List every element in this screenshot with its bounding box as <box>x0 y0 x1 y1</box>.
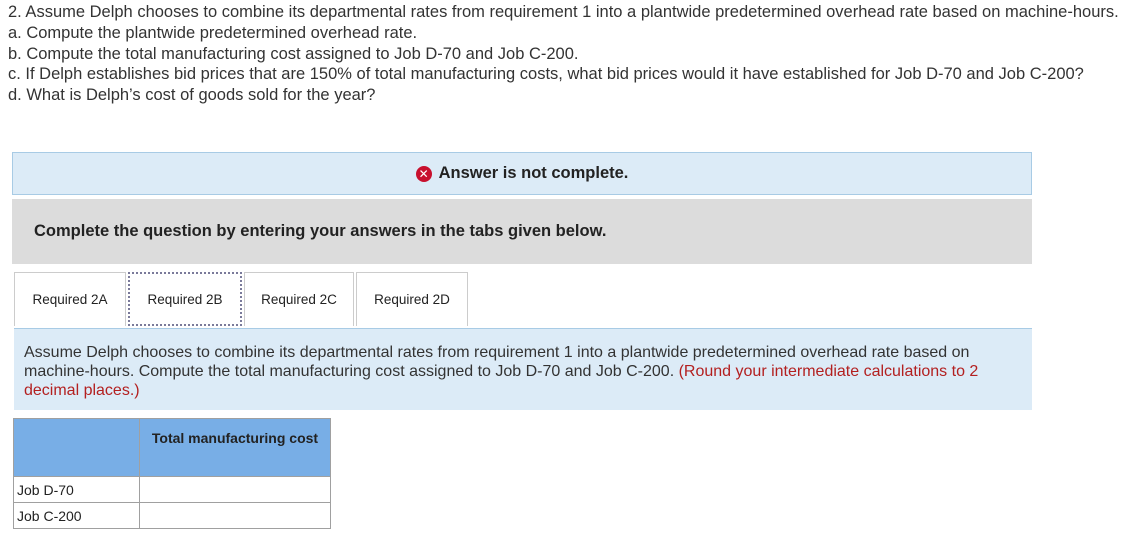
instruction-text: Complete the question by entering your a… <box>34 222 607 240</box>
question-part-b: b. Compute the total manufacturing cost … <box>8 44 579 63</box>
row-label-job-c200: Job C-200 <box>13 502 140 529</box>
tab-required-2c[interactable]: Required 2C <box>244 272 354 326</box>
answer-table: Total manufacturing cost Job D-70 Job C-… <box>13 418 331 529</box>
table-header-blank <box>13 418 140 477</box>
answer-status-banner: ✕ Answer is not complete. <box>12 152 1032 195</box>
question-text: 2. Assume Delph chooses to combine its d… <box>8 2 1138 106</box>
table-row: Job C-200 <box>13 502 331 529</box>
table-header-total-manufacturing-cost: Total manufacturing cost <box>139 418 331 477</box>
x-circle-icon: ✕ <box>415 165 432 182</box>
question-intro: 2. Assume Delph chooses to combine its d… <box>8 3 1119 21</box>
answer-status-text: Answer is not complete. <box>438 164 629 182</box>
row-label-job-d70: Job D-70 <box>13 476 140 503</box>
tab-label: Required 2B <box>147 291 223 307</box>
question-part-d: d. What is Delph’s cost of goods sold fo… <box>8 86 376 105</box>
input-cell <box>139 476 331 503</box>
table-row: Job D-70 <box>13 476 331 503</box>
job-d70-cost-input[interactable] <box>140 477 330 502</box>
job-c200-cost-input[interactable] <box>140 503 330 528</box>
tab-required-2d[interactable]: Required 2D <box>356 272 468 326</box>
tab-required-2a[interactable]: Required 2A <box>14 272 126 326</box>
requirement-tabs: Required 2A Required 2B Required 2C Requ… <box>14 272 470 328</box>
instruction-banner: Complete the question by entering your a… <box>12 199 1032 264</box>
tab-label: Required 2D <box>374 292 450 307</box>
input-cell <box>139 502 331 529</box>
tab-label: Required 2C <box>261 292 337 307</box>
question-part-c: c. If Delph establishes bid prices that … <box>8 65 1084 84</box>
tab-panel-required-2b: Assume Delph chooses to combine its depa… <box>14 328 1032 410</box>
tab-label: Required 2A <box>32 292 108 307</box>
question-part-a: a. Compute the plantwide predetermined o… <box>8 23 418 42</box>
tab-required-2b[interactable]: Required 2B <box>128 272 242 326</box>
